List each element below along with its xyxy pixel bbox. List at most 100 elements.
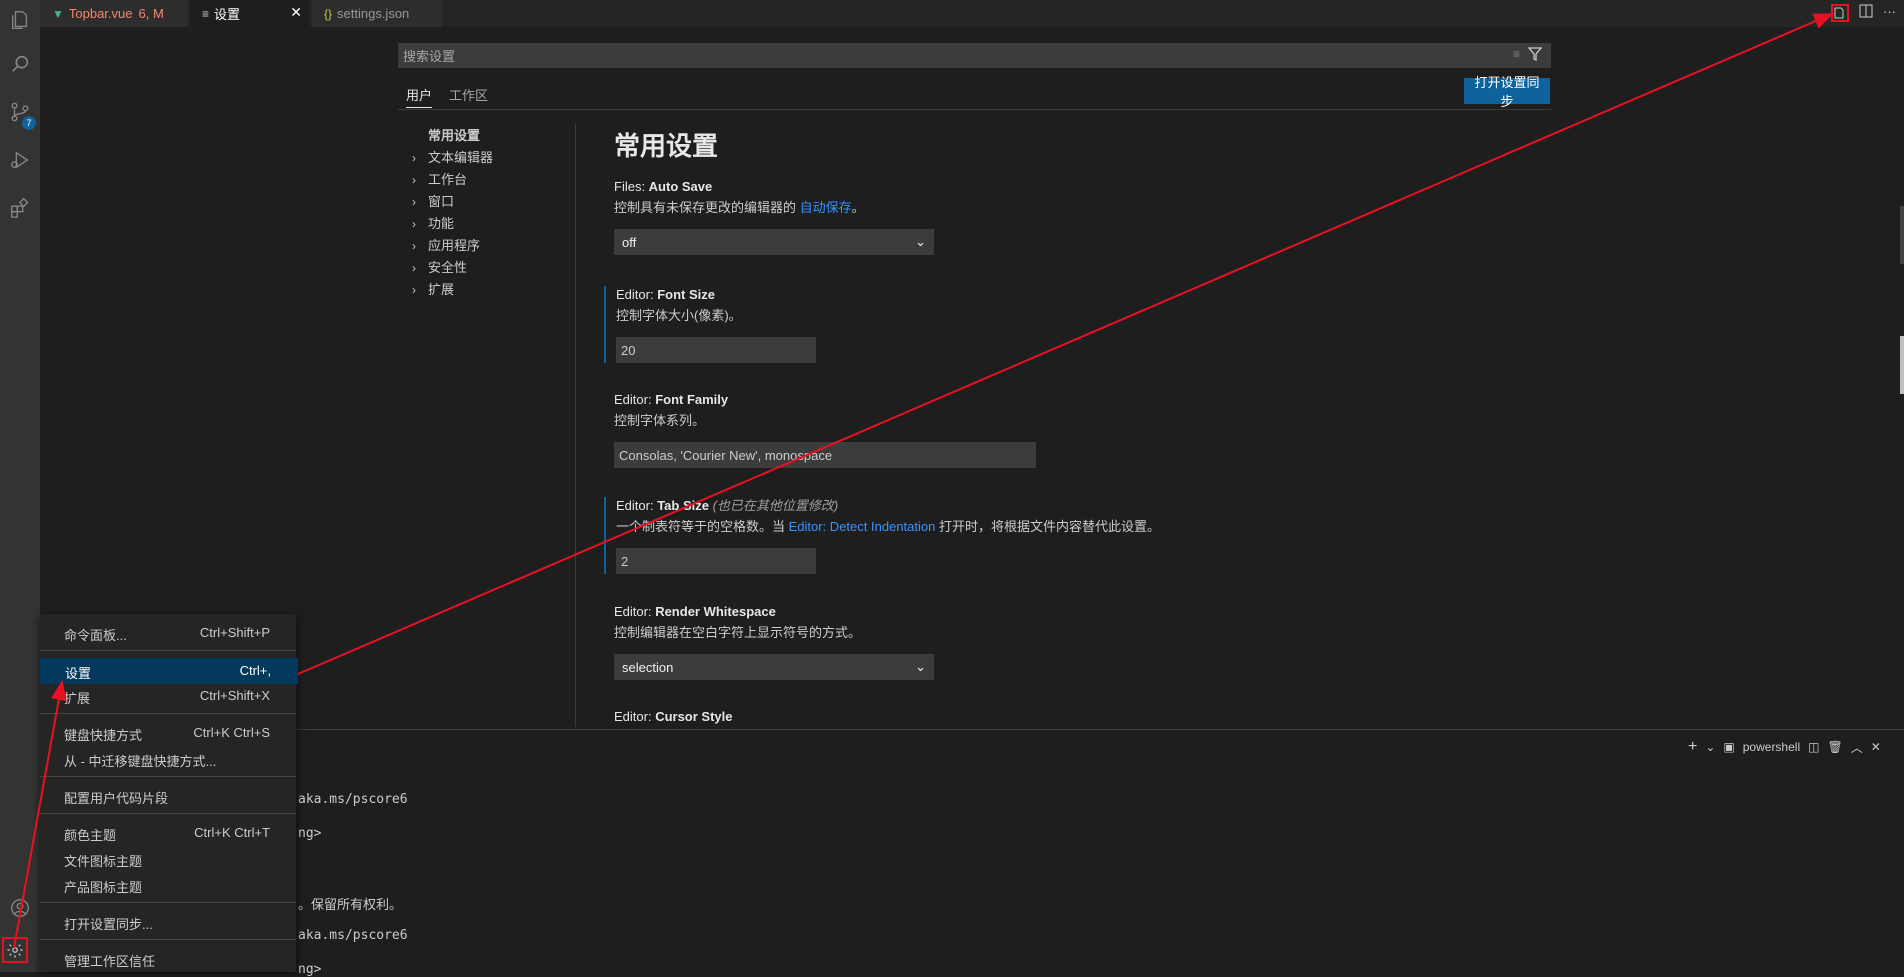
setting-name: Tab Size [657,498,709,513]
maximize-panel-icon[interactable]: ︿ [1851,739,1863,756]
menu-separator [40,650,296,651]
menu-item-migrate-keybindings[interactable]: 从 - 中迁移键盘快捷方式... [40,747,296,771]
split-editor-icon[interactable] [1859,4,1873,23]
toc-item-common[interactable]: 常用设置 [412,126,480,146]
trash-icon[interactable]: 🗑 [1827,740,1842,754]
tab-user[interactable]: 用户 [406,85,433,108]
manage-gear-icon[interactable] [2,937,28,963]
menu-item-keyboard-shortcuts[interactable]: 键盘快捷方式 Ctrl+K Ctrl+S [40,721,296,745]
setting-category: Editor: [616,498,658,513]
toc-item-workbench[interactable]: › 工作台 [412,170,467,190]
menu-item-extensions[interactable]: 扩展 Ctrl+Shift+X [40,684,296,708]
source-control-icon[interactable]: 7 [0,92,40,132]
search-input[interactable] [403,47,1453,65]
menu-item-command-palette[interactable]: 命令面板... Ctrl+Shift+P [40,621,296,645]
toc-label: 功能 [428,216,455,231]
tab-topbar-vue[interactable]: ▼ Topbar.vue 6, M [40,0,188,27]
menu-item-settings[interactable]: 设置 Ctrl+, [40,658,298,684]
desc-text: 。 [851,200,865,215]
scrollbar-thumb[interactable] [1900,206,1904,264]
menu-item-workspace-trust[interactable]: 管理工作区信任 [40,947,296,971]
detect-indentation-link[interactable]: Editor: Detect Indentation [789,519,936,534]
auto-save-select[interactable]: off ⌄ [614,229,934,255]
tab-size-input[interactable]: 2 [616,548,816,574]
toc-divider [575,124,576,727]
toc-item-text-editor[interactable]: › 文本编辑器 [412,148,493,168]
chevron-right-icon: › [412,217,416,231]
toc-item-extensions[interactable]: › 扩展 [412,280,454,300]
toc-item-window[interactable]: › 窗口 [412,192,454,212]
tab-settings-json[interactable]: {} settings.json [312,0,442,27]
toc-item-application[interactable]: › 应用程序 [412,236,480,256]
font-family-input[interactable]: Consolas, 'Courier New', monospace [614,442,1036,468]
chevron-right-icon: › [412,195,416,209]
terminal-line: 。保留所有权利。 [298,897,403,912]
auto-save-link[interactable]: 自动保存 [800,200,852,215]
setting-font-family: Editor: Font Family 控制字体系列。 Consolas, 'C… [604,391,1504,468]
extensions-icon[interactable] [0,188,40,228]
setting-name: Cursor Style [655,709,733,724]
modified-elsewhere-note[interactable]: (也已在其他位置修改) [713,498,839,513]
accounts-icon[interactable] [0,888,40,928]
tab-settings[interactable]: ≡ 设置 ✕ [190,0,310,27]
setting-cursor-style: Editor: Cursor Style [604,708,1504,726]
setting-category: Files: [614,179,649,194]
turn-on-settings-sync-button[interactable]: 打开设置同步 [1464,75,1550,109]
chevron-right-icon: › [412,151,416,165]
tab-label: Topbar.vue [68,6,133,21]
terminal-line: ng> [298,826,322,841]
open-settings-json-icon[interactable] [1831,4,1849,22]
close-panel-icon[interactable]: ✕ [1871,740,1881,754]
setting-name: Render Whitespace [655,604,776,619]
terminal-line: aka.ms/pscore6 [298,928,408,943]
menu-item-product-icon-theme[interactable]: 产品图标主题 [40,873,296,897]
split-terminal-icon[interactable]: ◫ [1808,740,1819,754]
new-terminal-icon[interactable]: + [1688,738,1697,756]
setting-name: Font Family [655,392,729,407]
toc-item-features[interactable]: › 功能 [412,214,454,234]
search-icon[interactable] [0,44,40,84]
setting-font-size: Editor: Font Size 控制字体大小(像素)。 20 [604,286,1506,363]
chevron-right-icon: › [412,239,416,253]
terminal-shell-label[interactable]: powershell [1743,740,1800,754]
desc-text: 打开时，将根据文件内容替代此设置。 [935,519,1160,534]
setting-title: Editor: Font Size [616,286,1506,304]
terminal-icon: ▣ [1723,740,1735,754]
menu-label: 配置用户代码片段 [64,791,169,806]
more-actions-icon[interactable]: ··· [1883,4,1896,23]
setting-description: 一个制表符等于的空格数。当 Editor: Detect Indentation… [616,518,1506,536]
menu-label: 产品图标主题 [64,880,143,895]
setting-category: Editor: [614,392,656,407]
setting-description: 控制字体大小(像素)。 [616,308,742,323]
menu-label: 打开设置同步... [64,917,153,932]
settings-search-box: ≡ [398,43,1551,68]
desc-text: 一个制表符等于的空格数。当 [616,519,789,534]
menu-shortcut: Ctrl+K Ctrl+S [193,725,270,740]
menu-item-file-icon-theme[interactable]: 文件图标主题 [40,847,296,871]
toc-label: 安全性 [428,260,468,275]
menu-label: 文件图标主题 [64,854,143,869]
menu-item-color-theme[interactable]: 颜色主题 Ctrl+K Ctrl+T [40,821,296,845]
setting-name: Font Size [657,287,715,302]
close-icon[interactable]: ✕ [290,4,302,21]
setting-auto-save: Files: Auto Save 控制具有未保存更改的编辑器的 自动保存。 of… [604,178,1504,255]
tab-workspace[interactable]: 工作区 [449,85,488,107]
filter-icon[interactable] [1527,47,1543,66]
run-debug-icon[interactable] [0,140,40,180]
setting-title: Editor: Font Family [614,391,1504,409]
menu-item-settings-sync[interactable]: 打开设置同步... [40,910,296,934]
scrollbar-thumb-active[interactable] [1900,336,1904,394]
terminal-line: ng> [298,962,322,977]
explorer-icon[interactable] [0,0,40,40]
clear-filter-icon[interactable]: ≡ [1513,47,1520,61]
font-size-input[interactable]: 20 [616,337,816,363]
toc-item-security[interactable]: › 安全性 [412,258,467,278]
setting-description: 控制字体系列。 [614,413,706,428]
render-whitespace-select[interactable]: selection ⌄ [614,654,934,680]
setting-title: Editor: Cursor Style [614,708,1504,726]
chevron-down-icon[interactable]: ⌄ [1705,740,1715,754]
select-value: off [622,234,637,250]
setting-title: Editor: Render Whitespace [614,603,1504,621]
section-title: 常用设置 [614,131,719,161]
menu-item-user-snippets[interactable]: 配置用户代码片段 [40,784,296,808]
